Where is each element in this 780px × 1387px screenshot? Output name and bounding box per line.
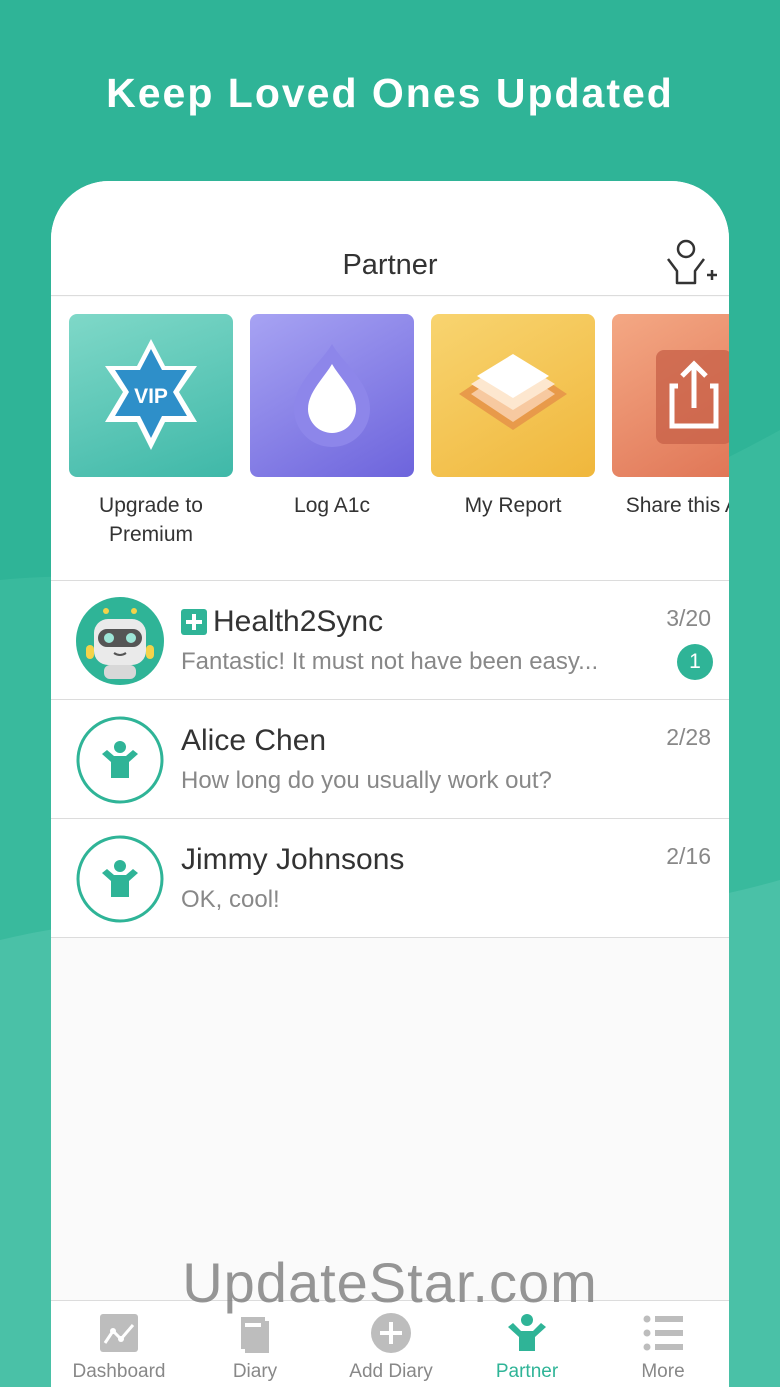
tab-label: Dashboard: [72, 1361, 166, 1382]
list-icon: [643, 1315, 683, 1351]
diary-book-icon: [241, 1317, 269, 1353]
watermark: UpdateStar.com: [182, 1251, 598, 1314]
add-partner-button[interactable]: [665, 239, 719, 287]
conversation-preview: Fantastic! It must not have been easy...: [181, 648, 599, 675]
dashboard-icon: [100, 1314, 138, 1352]
layers-icon: [431, 314, 595, 477]
tab-label: More: [641, 1361, 685, 1382]
partner-avatar-icon: [76, 716, 164, 804]
shortcut-label: Log A1c: [294, 494, 370, 517]
svg-text:VIP: VIP: [134, 385, 168, 408]
conversation-list: Health2Sync Fantastic! It must not have …: [51, 580, 729, 938]
droplet-icon: [250, 314, 414, 477]
shortcut-label: Upgrade to Premium: [99, 494, 203, 546]
tab-label: Add Diary: [349, 1361, 433, 1382]
conversation-row[interactable]: Health2Sync Fantastic! It must not have …: [51, 581, 729, 700]
tab-label: Diary: [232, 1361, 278, 1382]
phone-screen: Partner VIP Upgrade to Premium Log A1c M…: [51, 181, 729, 1387]
shortcut-label: Share this App: [625, 494, 729, 517]
conversation-preview: OK, cool!: [181, 886, 280, 913]
conversation-name: Health2Sync: [181, 605, 383, 639]
shortcut-share-app[interactable]: Share this App: [612, 314, 729, 520]
robot-avatar-icon: [76, 597, 164, 685]
conversation-row[interactable]: Jimmy Johnsons OK, cool! 2/16: [51, 819, 729, 938]
navbar: Partner: [51, 181, 729, 296]
conversation-date: 3/20: [666, 605, 711, 631]
shortcut-log-a1c[interactable]: Log A1c: [250, 314, 414, 520]
vip-star-icon: VIP: [69, 314, 233, 477]
conversation-name: Alice Chen: [181, 724, 327, 757]
share-icon: [612, 314, 729, 477]
partner-icon: [508, 1314, 546, 1351]
shortcut-carousel[interactable]: VIP Upgrade to Premium Log A1c My Report…: [51, 297, 729, 580]
conversation-preview: How long do you usually work out?: [181, 767, 552, 794]
conversation-date: 2/28: [666, 724, 711, 750]
official-plus-icon: [181, 609, 207, 635]
shortcut-label: My Report: [464, 494, 562, 517]
conversation-row[interactable]: Alice Chen How long do you usually work …: [51, 700, 729, 819]
conversation-name: Jimmy Johnsons: [181, 843, 405, 876]
add-partner-icon: [667, 239, 717, 285]
add-circle-icon: [371, 1313, 411, 1353]
unread-badge: 1: [677, 644, 713, 680]
partner-avatar-icon: [76, 835, 164, 923]
conversation-date: 2/16: [666, 843, 711, 869]
shortcut-my-report[interactable]: My Report: [431, 314, 595, 520]
shortcut-upgrade-premium[interactable]: VIP Upgrade to Premium: [69, 314, 233, 549]
tab-label: Partner: [495, 1361, 559, 1382]
conversation-name-text: Health2Sync: [213, 605, 384, 638]
page-title: Partner: [342, 249, 438, 281]
headline: Keep Loved Ones Updated: [106, 70, 674, 116]
